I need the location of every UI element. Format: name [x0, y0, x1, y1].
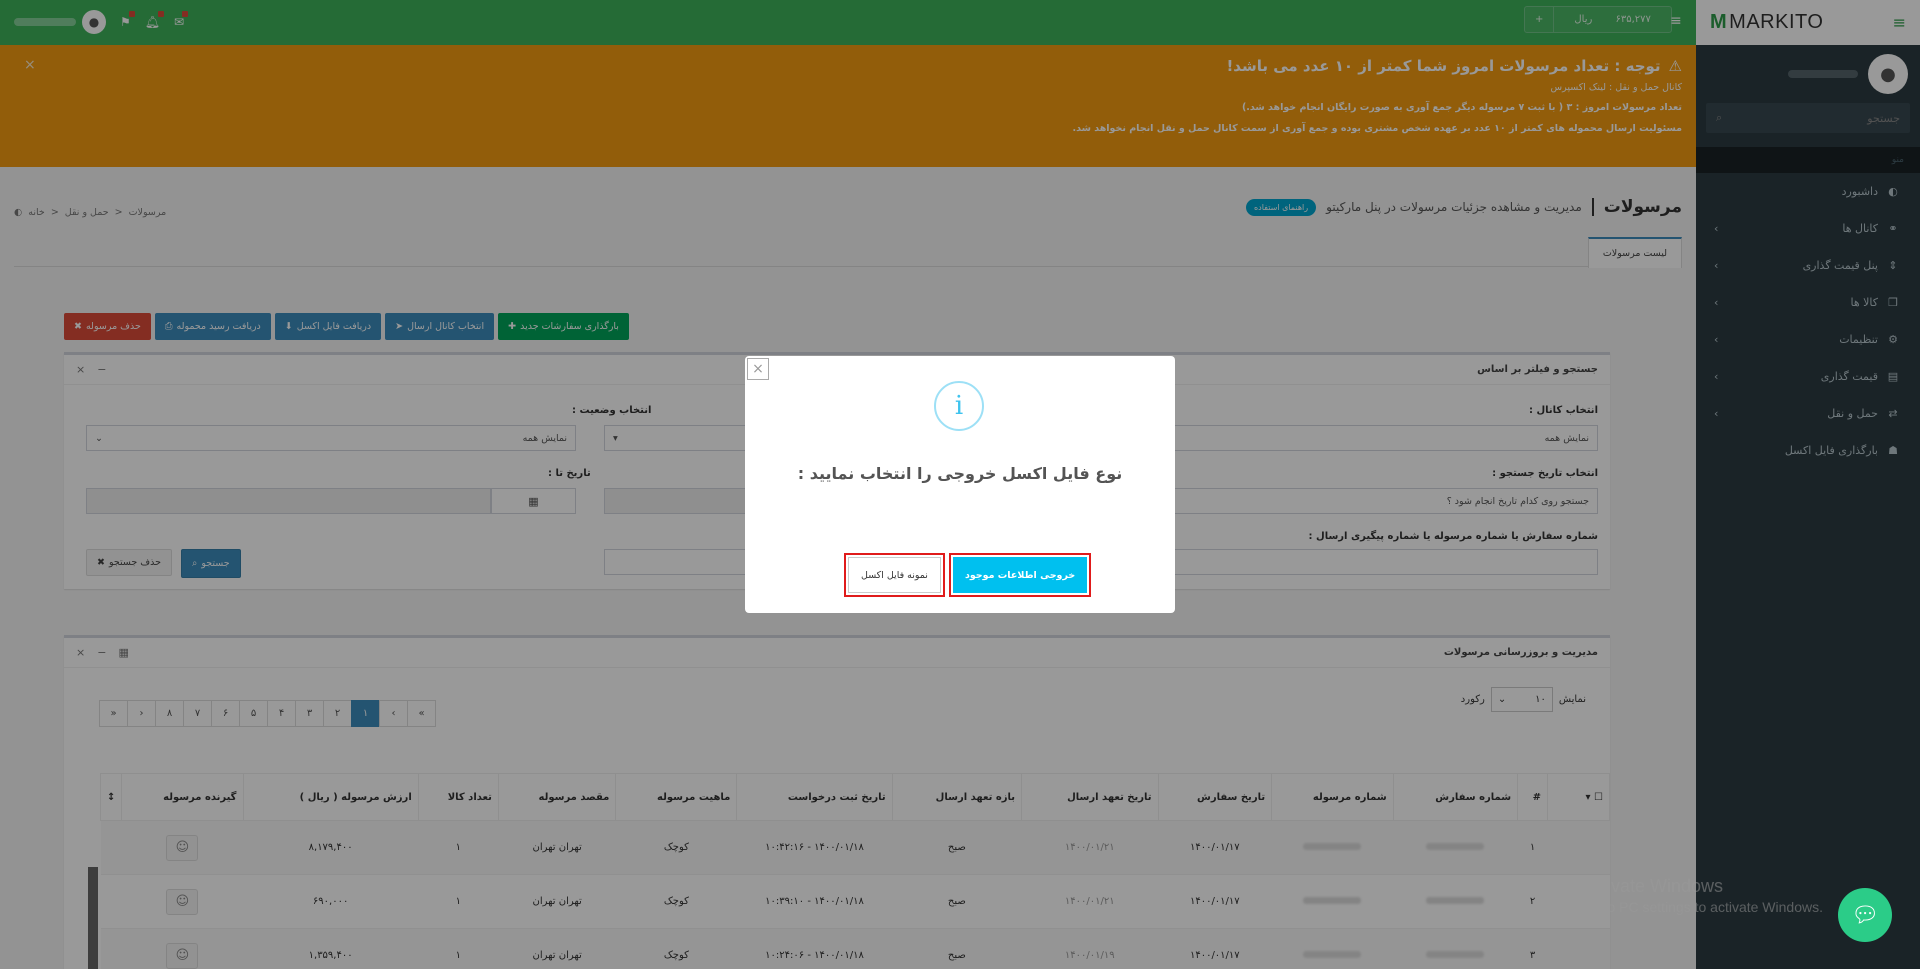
sample-excel-highlight: نمونه فایل اکسل	[844, 553, 945, 597]
close-icon[interactable]: ×	[747, 358, 769, 380]
sample-excel-button[interactable]: نمونه فایل اکسل	[848, 557, 941, 593]
chat-bubble-icon[interactable]: 💬︎	[1838, 888, 1892, 942]
modal-buttons: نمونه فایل اکسل خروجی اطلاعات موجود	[844, 553, 1092, 597]
export-data-highlight: خروجی اطلاعات موجود	[948, 553, 1092, 597]
info-icon: i	[934, 381, 984, 431]
export-modal: × i نوع فایل اکسل خروجی را انتخاب نمایید…	[745, 356, 1175, 613]
export-data-button[interactable]: خروجی اطلاعات موجود	[952, 557, 1088, 593]
modal-message: نوع فایل اکسل خروجی را انتخاب نمایید :	[797, 464, 1123, 483]
